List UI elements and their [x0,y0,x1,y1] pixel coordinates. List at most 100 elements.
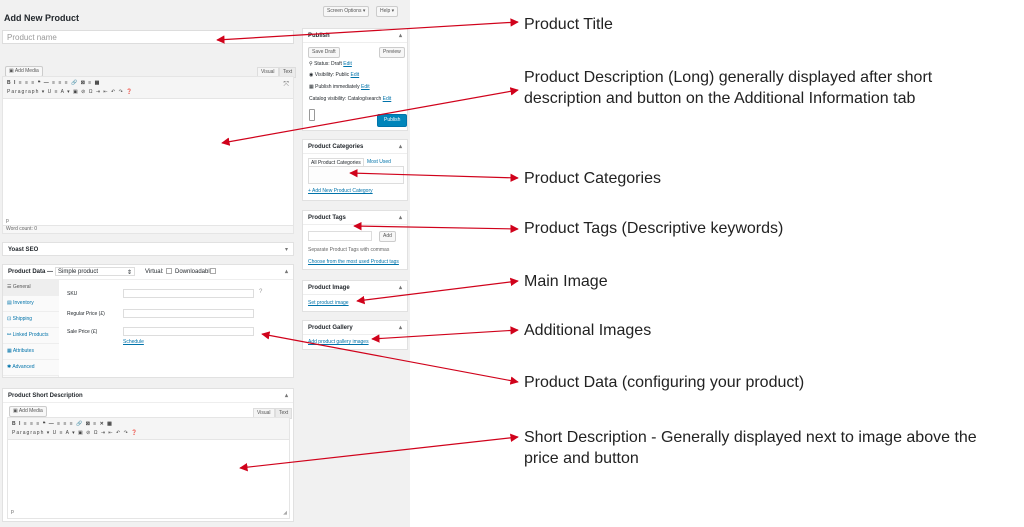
toolbar-row-1[interactable]: B I ≡ ≡ ≡ ❝ — ≡ ≡ ≡ 🔗 ⊠ ≡ ▦ [7,80,100,87]
tab-linked-products[interactable]: ⚯ Linked Products [3,328,59,344]
caret-up-icon[interactable]: ▴ [399,143,402,150]
tab-inventory[interactable]: ▤ Inventory [3,296,59,312]
short-description-title: Product Short Description [8,393,83,399]
image-title: Product Image [308,285,350,291]
annotation-product-tags: Product Tags (Descriptive keywords) [524,220,784,237]
tab-general[interactable]: ☰ General [3,280,59,296]
set-product-image-link[interactable]: Set product image [308,300,349,307]
caret-up-icon[interactable]: ▴ [399,214,402,221]
yoast-title: Yoast SEO [8,247,39,253]
product-gallery-box: Product Gallery ▴ Add product gallery im… [302,320,408,350]
categories-checklist[interactable] [308,166,404,184]
short-description-box: Product Short Description ▴ ▣ Add Media … [2,388,294,522]
add-tag-button[interactable]: Add [379,231,396,242]
caret-up-icon[interactable]: ▴ [399,284,402,291]
add-gallery-images-link[interactable]: Add product gallery images [308,339,369,346]
categories-header: Product Categories ▴ [303,140,407,154]
publish-date-edit-link[interactable]: Edit [361,84,370,90]
circle-help-icon[interactable]: ? [259,289,262,295]
publish-button[interactable]: Publish [377,114,408,127]
caret-up-icon[interactable]: ▴ [399,32,402,39]
caret-up-icon[interactable]: ▴ [285,268,288,275]
annotation-additional-images: Additional Images [524,322,652,339]
downloadable-checkbox[interactable] [210,268,216,274]
status-edit-link[interactable]: Edit [343,61,352,67]
annotation-main-image: Main Image [524,273,608,290]
publish-header: Publish ▴ [303,29,407,43]
short-description-editor[interactable]: B I ≡ ≡ ≡ ❝ — ≡ ≡ ≡ 🔗 ⊠ ≡ ✕ ▦ Paragraph … [7,417,290,519]
screen-options-button[interactable]: Screen Options ▾ [323,6,370,17]
catalog-visibility-row: Catalog visibility: Catalog/search Edit [309,96,391,103]
annotation-product-data: Product Data (configuring your product) [524,374,805,391]
schedule-link[interactable]: Schedule [123,339,144,346]
tags-header: Product Tags ▴ [303,211,407,225]
toolbar-row-2[interactable]: Paragraph ▾ U ≡ A ▾ ▣ ⊘ Ω ⇥ ⇤ ↶ ↷ ❓ [7,89,133,96]
preview-button[interactable]: Preview [379,47,405,58]
caret-up-icon[interactable]: ▴ [285,392,288,399]
product-data-tabs: ☰ General ▤ Inventory ⊡ Shipping ⚯ Linke… [3,280,59,377]
short-add-media-label: Add Media [18,408,43,414]
short-add-media-button[interactable]: ▣ Add Media [9,406,47,417]
regular-price-input[interactable] [123,309,254,318]
add-new-category-link[interactable]: + Add New Product Category [308,188,373,195]
catalog-visibility-text: Catalog visibility: Catalog/search [309,96,382,102]
word-count: Word count: 0 [3,225,293,233]
caret-down-icon[interactable]: ▾ [285,246,288,253]
help-button[interactable]: Help ▾ [376,6,399,17]
product-categories-box: Product Categories ▴ All Product Categor… [302,139,408,201]
editor-toolbar: B I ≡ ≡ ≡ ❝ — ≡ ≡ ≡ 🔗 ⊠ ≡ ▦ Paragraph ▾ … [3,77,293,99]
product-title-input[interactable]: Product name [2,30,294,44]
choose-tags-link[interactable]: Choose from the most used Product tags [308,259,399,266]
description-editor[interactable]: B I ≡ ≡ ≡ ❝ — ≡ ≡ ≡ 🔗 ⊠ ≡ ▦ Paragraph ▾ … [2,76,294,234]
annotation-product-categories: Product Categories [524,170,661,187]
tab-attributes[interactable]: ▦ Attributes [3,344,59,360]
tab-most-used[interactable]: Most Used [367,159,391,166]
downloadable-label: Downloadable: [175,269,215,275]
product-image-box: Product Image ▴ Set product image [302,280,408,312]
image-header: Product Image ▴ [303,281,407,295]
annotation-product-title: Product Title [524,16,613,33]
sale-price-label: Sale Price (£) [67,329,98,335]
status-text: Status: Draft [314,61,342,67]
resize-handle-icon[interactable]: ◢ [283,510,287,517]
short-description-header: Product Short Description ▴ [3,389,293,403]
product-tags-box: Product Tags ▴ Add Separate Product Tags… [302,210,408,270]
visibility-edit-link[interactable]: Edit [351,72,360,78]
sale-price-input[interactable] [123,327,254,336]
trash-icon[interactable] [309,109,315,121]
virtual-label: Virtual: [145,269,164,275]
annotation-short-description: Short Description - Generally displayed … [524,429,977,467]
tab-inventory-label: Inventory [13,300,34,306]
publish-when-text: Publish immediately [315,84,360,90]
tab-attributes-label: Attributes [12,348,34,354]
save-draft-button[interactable]: Save Draft [308,47,340,58]
short-toolbar-row-2[interactable]: Paragraph ▾ U ≡ A ▾ ▣ ⊘ Ω ⇥ ⇤ ↶ ↷ ❓ [12,430,138,437]
fullscreen-icon[interactable]: ⤧ [283,81,289,89]
short-toolbar-row-1[interactable]: B I ≡ ≡ ≡ ❝ — ≡ ≡ ≡ 🔗 ⊠ ≡ ✕ ▦ [12,421,113,428]
tab-advanced[interactable]: ✱ Advanced [3,360,59,376]
publish-box: Publish ▴ Save Draft Preview ⚲ Status: D… [302,28,408,131]
visibility-text: Visibility: Public [314,72,350,78]
categories-title: Product Categories [308,144,364,150]
tab-general-label: General [12,284,31,290]
product-data-title: Product Data — [8,269,54,275]
annotation-product-description: Product Description (Long) generally dis… [524,69,933,107]
visibility-row: ◉ Visibility: Public Edit [309,72,359,79]
tag-input[interactable] [308,231,372,241]
product-type-select[interactable]: Simple product ⇕ [55,267,135,276]
gallery-title: Product Gallery [308,325,353,331]
tab-shipping[interactable]: ⊡ Shipping [3,312,59,328]
sku-input[interactable] [123,289,254,298]
tags-help-text: Separate Product Tags with commas [308,247,390,253]
page-title: Add New Product [4,13,80,23]
caret-up-icon[interactable]: ▴ [399,324,402,331]
status-row: ⚲ Status: Draft Edit [309,61,352,68]
product-title-placeholder: Product name [7,33,57,42]
product-type-value: Simple product [58,269,99,275]
catalog-edit-link[interactable]: Edit [383,96,392,102]
add-media-label: Add Media [14,68,39,74]
wp-admin-screenshot: Add New Product Screen Options ▾ Help ▾ … [0,0,410,527]
virtual-checkbox[interactable] [166,268,172,274]
yoast-seo-box[interactable]: Yoast SEO ▾ [2,242,294,256]
product-data-header: Product Data — Simple product ⇕ Virtual: … [3,265,293,280]
